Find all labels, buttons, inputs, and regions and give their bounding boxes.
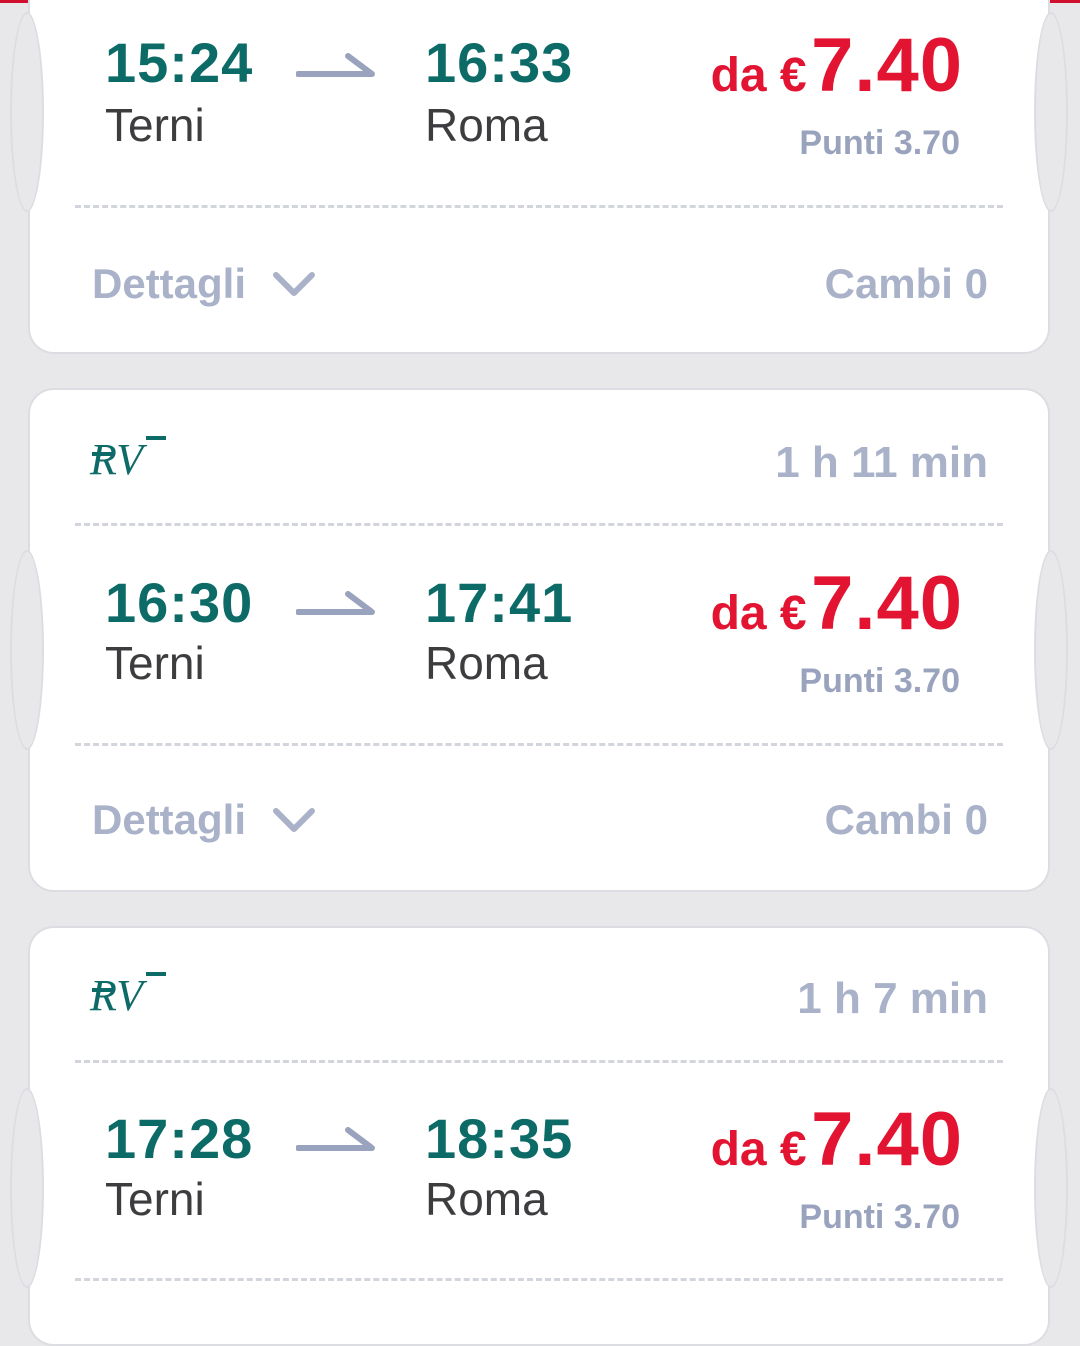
details-toggle[interactable]: Dettagli	[92, 260, 316, 308]
departure-station: Terni	[105, 637, 205, 689]
card-divider	[75, 205, 1003, 208]
regionale-veloce-logo: RV	[89, 435, 166, 478]
departure-station: Terni	[105, 99, 205, 151]
price-amount: 7.40	[811, 561, 963, 646]
departure-time: 17:28	[105, 1107, 254, 1170]
points-label: Punti 3.70	[799, 124, 960, 162]
chevron-down-icon	[273, 808, 316, 832]
card-notch	[1034, 550, 1068, 750]
price-amount: 7.40	[811, 23, 963, 108]
arrival-station: Roma Termini	[425, 1173, 573, 1233]
card-notch	[10, 12, 44, 212]
card-divider	[75, 743, 1003, 746]
arrival-time: 18:35	[425, 1107, 574, 1170]
arrival-time: 16:33	[425, 31, 574, 94]
points-label: Punti 3.70	[799, 662, 960, 700]
arrival-station: Roma Termini	[425, 637, 573, 697]
arrow-right-icon	[296, 53, 375, 77]
svg-text:RV: RV	[89, 435, 148, 478]
changes-count: Cambi 0	[824, 260, 988, 307]
card-notch	[1034, 1088, 1068, 1288]
trip-card[interactable]: RV 1 h 7 min 17:28 Terni 18:35 Roma Term…	[10, 926, 1068, 1346]
trip-duration: 1 h 7 min	[797, 974, 988, 1023]
arrival-station: Roma Termini	[425, 99, 573, 159]
arrow-right-icon	[296, 1127, 375, 1151]
price-prefix: da €	[710, 1123, 807, 1176]
trip-duration: 1 h 11 min	[775, 438, 988, 487]
arrival-time: 17:41	[425, 571, 574, 634]
departure-time: 16:30	[105, 571, 254, 634]
price: da € 7.40	[711, 560, 963, 647]
card-divider	[75, 1278, 1003, 1281]
departure-station: Terni	[105, 1173, 205, 1225]
price-amount: 7.40	[811, 1097, 963, 1182]
price-prefix: da €	[710, 49, 807, 102]
trip-card[interactable]: RV 1 h 11 min 16:30 Terni 17:41 Roma Ter…	[10, 388, 1068, 892]
details-label: Dettagli	[92, 796, 247, 843]
departure-time: 15:24	[105, 31, 254, 94]
details-label: Dettagli	[92, 260, 247, 307]
chevron-down-icon	[273, 272, 316, 296]
details-toggle[interactable]: Dettagli	[92, 796, 316, 844]
arrow-right-icon	[296, 591, 375, 615]
card-notch	[1034, 12, 1068, 212]
price: da € 7.40	[711, 1096, 963, 1183]
changes-count: Cambi 0	[824, 796, 988, 843]
price: da € 7.40	[711, 22, 963, 109]
points-label: Punti 3.70	[799, 1198, 960, 1236]
svg-text:RV: RV	[89, 971, 148, 1014]
regionale-veloce-logo: RV	[89, 971, 166, 1014]
card-notch	[10, 1088, 44, 1288]
trip-card[interactable]: 15:24 Terni 16:33 Roma Termini da € 7.40…	[10, 0, 1068, 354]
card-divider	[75, 523, 1003, 526]
price-prefix: da €	[710, 587, 807, 640]
card-divider	[75, 1060, 1003, 1063]
card-notch	[10, 550, 44, 750]
